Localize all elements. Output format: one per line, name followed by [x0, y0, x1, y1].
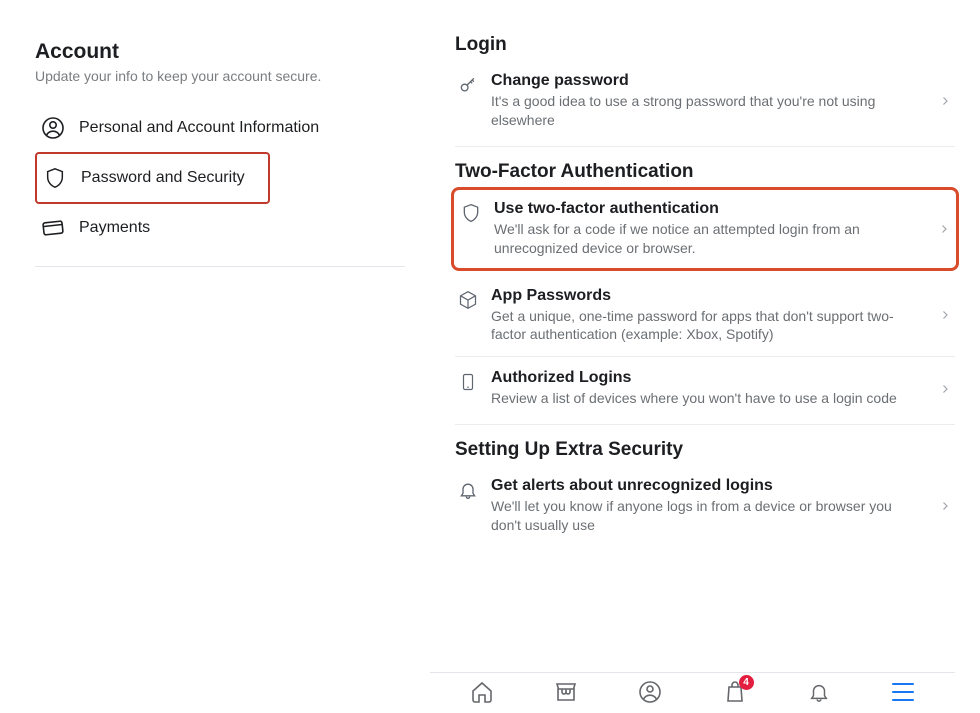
row-body: Change password It's a good idea to use …	[491, 72, 927, 130]
row-use-2fa[interactable]: Use two-factor authentication We'll ask …	[451, 187, 959, 271]
sidebar-item-security[interactable]: Password and Security	[35, 152, 270, 204]
device-icon	[457, 371, 479, 393]
row-alerts[interactable]: Get alerts about unrecognized logins We'…	[455, 465, 955, 547]
shield-icon	[460, 202, 482, 224]
row-desc: We'll let you know if anyone logs in fro…	[491, 497, 909, 535]
section-title-extra: Setting Up Extra Security	[455, 439, 955, 461]
cube-icon	[457, 289, 479, 311]
row-change-password[interactable]: Change password It's a good idea to use …	[455, 60, 955, 142]
row-title: Use two-factor authentication	[494, 200, 908, 218]
row-desc: It's a good idea to use a strong passwor…	[491, 92, 909, 130]
sidebar-item-payments[interactable]: Payments	[35, 204, 400, 252]
sidebar-divider	[35, 266, 405, 267]
row-body: App Passwords Get a unique, one-time pas…	[491, 287, 927, 345]
section-title-2fa: Two-Factor Authentication	[455, 161, 955, 183]
sidebar-item-label: Personal and Account Information	[79, 119, 319, 137]
sidebar-item-label: Password and Security	[81, 169, 245, 187]
bell-icon	[457, 479, 479, 501]
nav-menu[interactable]	[890, 679, 916, 705]
nav-bell[interactable]	[806, 679, 832, 705]
bottom-nav: 4	[430, 672, 955, 705]
row-title: App Passwords	[491, 287, 909, 305]
sidebar-item-label: Payments	[79, 219, 150, 237]
security-panel: Login Change password It's a good idea t…	[430, 0, 980, 713]
account-sidebar: Account Update your info to keep your ac…	[0, 0, 430, 713]
chevron-right-icon	[939, 306, 951, 324]
row-desc: We'll ask for a code if we notice an att…	[494, 220, 908, 258]
row-body: Use two-factor authentication We'll ask …	[494, 200, 926, 258]
shield-icon	[43, 166, 67, 190]
chevron-right-icon	[939, 497, 951, 515]
chevron-right-icon	[939, 380, 951, 398]
chevron-right-icon	[939, 92, 951, 110]
row-app-passwords[interactable]: App Passwords Get a unique, one-time pas…	[455, 275, 955, 358]
menu-icon	[892, 680, 914, 704]
nav-home[interactable]	[469, 679, 495, 705]
row-body: Authorized Logins Review a list of devic…	[491, 369, 927, 408]
nav-bag[interactable]: 4	[722, 679, 748, 705]
section-title-login: Login	[455, 34, 955, 56]
account-title: Account	[35, 40, 400, 64]
row-body: Get alerts about unrecognized logins We'…	[491, 477, 927, 535]
row-title: Get alerts about unrecognized logins	[491, 477, 909, 495]
section-login: Login Change password It's a good idea t…	[455, 34, 955, 147]
row-authorized-logins[interactable]: Authorized Logins Review a list of devic…	[455, 357, 955, 420]
user-circle-icon	[41, 116, 65, 140]
card-icon	[41, 216, 65, 240]
sidebar-item-personal[interactable]: Personal and Account Information	[35, 104, 400, 152]
account-subtitle: Update your info to keep your account se…	[35, 68, 400, 84]
section-2fa: Two-Factor Authentication Use two-factor…	[455, 161, 955, 425]
chevron-right-icon	[938, 220, 950, 238]
key-icon	[457, 74, 479, 96]
nav-profile[interactable]	[637, 679, 663, 705]
nav-store[interactable]	[553, 679, 579, 705]
row-desc: Review a list of devices where you won't…	[491, 389, 909, 408]
row-title: Change password	[491, 72, 909, 90]
row-desc: Get a unique, one-time password for apps…	[491, 307, 909, 345]
nav-badge: 4	[739, 675, 754, 690]
row-title: Authorized Logins	[491, 369, 909, 387]
section-extra: Setting Up Extra Security Get alerts abo…	[455, 439, 955, 551]
